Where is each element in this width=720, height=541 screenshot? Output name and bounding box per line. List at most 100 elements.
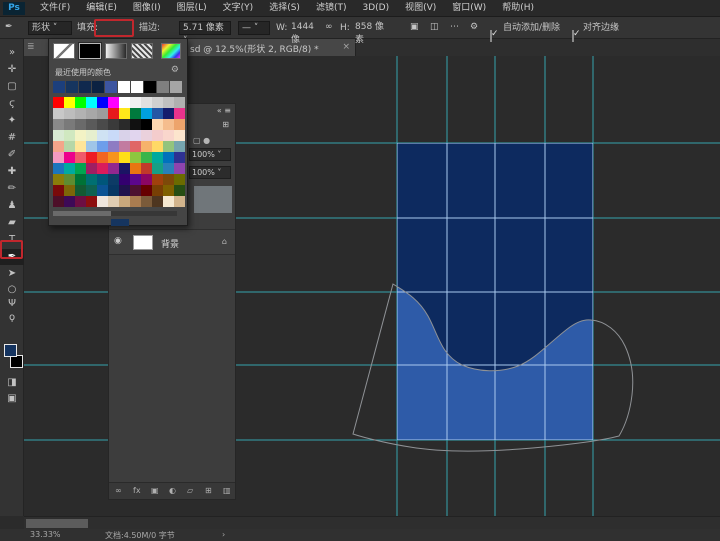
layers-footer-icon-2[interactable]: ▣	[151, 486, 159, 495]
color-swatch[interactable]	[53, 163, 64, 174]
color-swatch[interactable]	[130, 130, 141, 141]
color-swatch[interactable]	[108, 163, 119, 174]
color-swatch[interactable]	[152, 97, 163, 108]
color-swatch[interactable]	[141, 174, 152, 185]
zoom-level[interactable]: 33.33%	[30, 530, 61, 539]
recent-swatch[interactable]	[79, 81, 91, 93]
color-swatch[interactable]	[86, 97, 97, 108]
fill-pattern-button[interactable]	[131, 43, 153, 59]
color-swatch[interactable]	[86, 130, 97, 141]
foreground-color-swatch[interactable]	[4, 344, 17, 357]
color-swatch[interactable]	[108, 119, 119, 130]
eraser-tool[interactable]: ▰	[0, 215, 24, 231]
swatches-gear-icon[interactable]: ⚙	[171, 65, 179, 75]
horizontal-scrollbar[interactable]	[24, 516, 720, 529]
color-swatch[interactable]	[152, 141, 163, 152]
color-swatch[interactable]	[64, 130, 75, 141]
menu-item-文件[interactable]: 文件(F)	[33, 0, 77, 17]
color-swatch[interactable]	[64, 97, 75, 108]
color-swatch[interactable]	[64, 108, 75, 119]
color-swatch[interactable]	[163, 108, 174, 119]
move-tool[interactable]: ✛	[0, 62, 24, 78]
width-field[interactable]: 1444 像	[288, 21, 322, 35]
color-swatch[interactable]	[53, 141, 64, 152]
color-swatch[interactable]	[97, 185, 108, 196]
fill-opacity-field[interactable]: 100% ˅	[189, 166, 231, 179]
opacity-field[interactable]: 100% ˅	[189, 148, 231, 161]
color-swatch[interactable]	[152, 119, 163, 130]
color-swatch[interactable]	[174, 119, 185, 130]
recent-swatch[interactable]	[92, 81, 104, 93]
color-swatch[interactable]	[97, 97, 108, 108]
color-swatch[interactable]	[75, 196, 86, 207]
recent-swatch[interactable]	[53, 81, 65, 93]
color-swatch[interactable]	[53, 185, 64, 196]
recent-swatch[interactable]	[66, 81, 78, 93]
color-swatch[interactable]	[75, 141, 86, 152]
color-swatch[interactable]	[86, 141, 97, 152]
color-swatch[interactable]	[152, 152, 163, 163]
layers-footer-icon-6[interactable]: ▥	[223, 486, 231, 495]
color-swatch[interactable]	[119, 119, 130, 130]
layers-footer-icon-5[interactable]: ⊞	[205, 486, 212, 495]
color-swatch[interactable]	[97, 108, 108, 119]
color-swatch[interactable]	[141, 130, 152, 141]
color-swatch[interactable]	[53, 174, 64, 185]
color-swatch[interactable]	[86, 196, 97, 207]
marquee-tool[interactable]: ▢	[0, 79, 24, 95]
color-swatch[interactable]	[174, 174, 185, 185]
menu-item-窗口[interactable]: 窗口(W)	[445, 0, 493, 17]
color-swatch[interactable]	[119, 97, 130, 108]
color-swatch[interactable]	[64, 119, 75, 130]
color-swatch[interactable]	[119, 174, 130, 185]
color-swatch[interactable]	[53, 97, 64, 108]
scrollbar-thumb[interactable]	[26, 519, 88, 528]
color-swatch[interactable]	[64, 185, 75, 196]
color-swatch[interactable]	[130, 163, 141, 174]
menu-item-图层[interactable]: 图层(L)	[170, 0, 214, 17]
color-swatch[interactable]	[163, 141, 174, 152]
recent-swatch[interactable]	[131, 81, 143, 93]
color-swatch[interactable]	[97, 119, 108, 130]
color-swatch[interactable]	[163, 185, 174, 196]
color-swatch[interactable]	[163, 152, 174, 163]
layers-footer-icon-3[interactable]: ◐	[169, 486, 176, 495]
color-swatch[interactable]	[86, 185, 97, 196]
color-swatch[interactable]	[97, 130, 108, 141]
color-swatch[interactable]	[64, 163, 75, 174]
color-swatch[interactable]	[174, 152, 185, 163]
color-swatch[interactable]	[75, 119, 86, 130]
color-swatch[interactable]	[75, 163, 86, 174]
fill-solid-button[interactable]	[79, 43, 101, 59]
recent-swatch[interactable]	[118, 81, 130, 93]
color-swatch[interactable]	[53, 108, 64, 119]
panel-menu-icon[interactable]: ≡	[224, 106, 231, 115]
path-selection-tool[interactable]: ➤	[0, 266, 24, 282]
color-swatch[interactable]	[163, 97, 174, 108]
color-swatch[interactable]	[130, 174, 141, 185]
color-swatch[interactable]	[119, 163, 130, 174]
height-field[interactable]: 858 像素	[352, 21, 396, 35]
lock-all-icon[interactable]: ●	[203, 136, 210, 145]
recent-swatch[interactable]	[157, 81, 169, 93]
color-swatch[interactable]	[64, 141, 75, 152]
color-swatch[interactable]	[86, 163, 97, 174]
color-swatch[interactable]	[119, 152, 130, 163]
color-swatch[interactable]	[97, 163, 108, 174]
menu-item-视图[interactable]: 视图(V)	[398, 0, 443, 17]
status-chevron-icon[interactable]: ›	[222, 530, 225, 539]
color-swatch[interactable]	[119, 196, 130, 207]
color-swatch[interactable]	[141, 108, 152, 119]
fill-gradient-button[interactable]	[105, 43, 127, 59]
color-swatch[interactable]	[174, 130, 185, 141]
scrollbar-thumb[interactable]	[53, 211, 111, 216]
color-swatch[interactable]	[119, 130, 130, 141]
color-swatch[interactable]	[152, 185, 163, 196]
brush-tool[interactable]: ✏	[0, 181, 24, 197]
color-picker-button[interactable]	[161, 43, 181, 59]
color-swatch[interactable]	[163, 196, 174, 207]
layer-visibility-eye-icon[interactable]: ◉	[114, 236, 122, 246]
color-swatch[interactable]	[75, 108, 86, 119]
tool-mode-select[interactable]: 形状 ˅	[28, 21, 72, 35]
color-swatch[interactable]	[174, 163, 185, 174]
